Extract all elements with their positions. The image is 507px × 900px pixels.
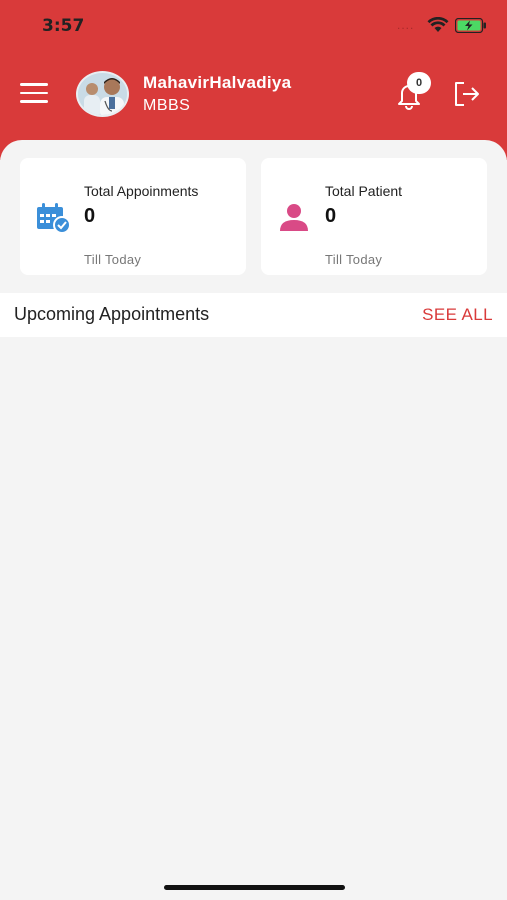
person-icon bbox=[277, 202, 313, 234]
total-patients-title: Total Patient bbox=[325, 183, 403, 199]
dashboard-content: Total Appoinments 0 Till Today Total Pat… bbox=[0, 140, 507, 900]
status-bar: 3:57 .... bbox=[0, 0, 507, 50]
doctor-name: MahavirHalvadiya bbox=[143, 73, 292, 92]
total-appointments-card[interactable]: Total Appoinments 0 Till Today bbox=[20, 158, 246, 275]
menu-button[interactable] bbox=[20, 83, 48, 105]
cellular-signal-icon: .... bbox=[397, 18, 415, 32]
total-appointments-value: 0 bbox=[84, 205, 96, 227]
home-indicator[interactable] bbox=[164, 885, 345, 890]
menu-icon bbox=[20, 83, 48, 86]
total-patients-value: 0 bbox=[325, 205, 337, 227]
upcoming-appointments-header: Upcoming Appointments SEE ALL bbox=[0, 293, 507, 337]
total-patients-card[interactable]: Total Patient 0 Till Today bbox=[261, 158, 487, 275]
upcoming-appointments-title: Upcoming Appointments bbox=[14, 304, 210, 324]
app-header: 3:57 .... MahavirHalvadiya MBBS 0 bbox=[0, 0, 507, 160]
doctor-avatar[interactable] bbox=[76, 71, 129, 117]
status-time: 3:57 bbox=[42, 16, 85, 36]
total-patients-subtitle: Till Today bbox=[325, 252, 383, 267]
calendar-check-icon bbox=[36, 202, 72, 234]
battery-charging-icon bbox=[454, 17, 487, 38]
doctor-degree: MBBS bbox=[143, 97, 191, 114]
wifi-icon bbox=[427, 16, 449, 38]
logout-button[interactable] bbox=[452, 80, 482, 108]
see-all-link[interactable]: SEE ALL bbox=[422, 305, 493, 325]
total-appointments-title: Total Appoinments bbox=[84, 183, 199, 199]
notification-count-badge: 0 bbox=[407, 72, 431, 94]
logout-icon bbox=[455, 82, 479, 106]
total-appointments-subtitle: Till Today bbox=[84, 252, 142, 267]
